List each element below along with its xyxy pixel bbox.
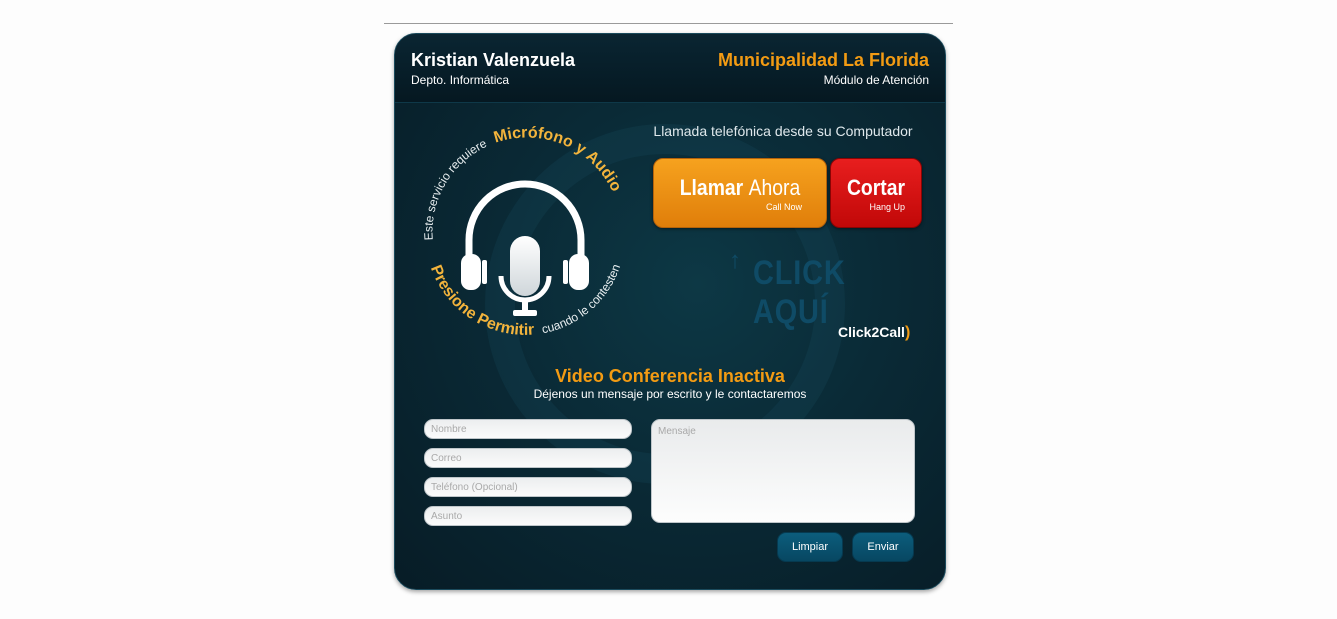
click2call-logo: Click2Call) xyxy=(838,324,911,341)
hang-up-button[interactable]: Cortar Hang Up xyxy=(830,158,922,228)
up-arrow-icon: ↑ xyxy=(729,247,741,274)
phone-handset-icon: ) xyxy=(904,324,911,341)
video-status-subtitle: Déjenos un mensaje por escrito y le cont… xyxy=(533,387,807,401)
agent-name: Kristian Valenzuela xyxy=(411,50,576,70)
call-now-sublabel: Call Now xyxy=(765,202,802,212)
widget-header: Kristian Valenzuela Depto. Informática M… xyxy=(395,34,945,103)
top-divider xyxy=(384,23,953,24)
email-input[interactable] xyxy=(424,448,632,468)
send-button[interactable]: Enviar xyxy=(852,532,914,562)
mic-permission-graphic: Este servicio requiere Micrófono y Audio… xyxy=(421,124,624,339)
hang-up-sublabel: Hang Up xyxy=(869,202,905,212)
click-here-hint: CLICK AQUÍ xyxy=(753,254,846,331)
module-name: Módulo de Atención xyxy=(823,73,929,87)
agent-department: Depto. Informática xyxy=(411,73,510,87)
message-textarea[interactable] xyxy=(651,419,915,523)
name-input[interactable] xyxy=(424,419,632,439)
call-heading: Llamada telefónica desde su Computador xyxy=(653,123,913,139)
microphone-icon xyxy=(498,236,552,316)
clear-button[interactable]: Limpiar xyxy=(777,532,843,562)
video-status-title: Video Conferencia Inactiva xyxy=(555,366,785,386)
subject-input[interactable] xyxy=(424,506,632,526)
contact-widget: Kristian Valenzuela Depto. Informática M… xyxy=(394,33,946,590)
hang-up-label: Cortar xyxy=(846,175,906,200)
call-now-button[interactable]: Llamar Ahora Call Now xyxy=(653,158,827,228)
organization-name: Municipalidad La Florida xyxy=(717,50,929,70)
call-now-label: Llamar Ahora xyxy=(679,175,801,200)
phone-input[interactable] xyxy=(424,477,632,497)
